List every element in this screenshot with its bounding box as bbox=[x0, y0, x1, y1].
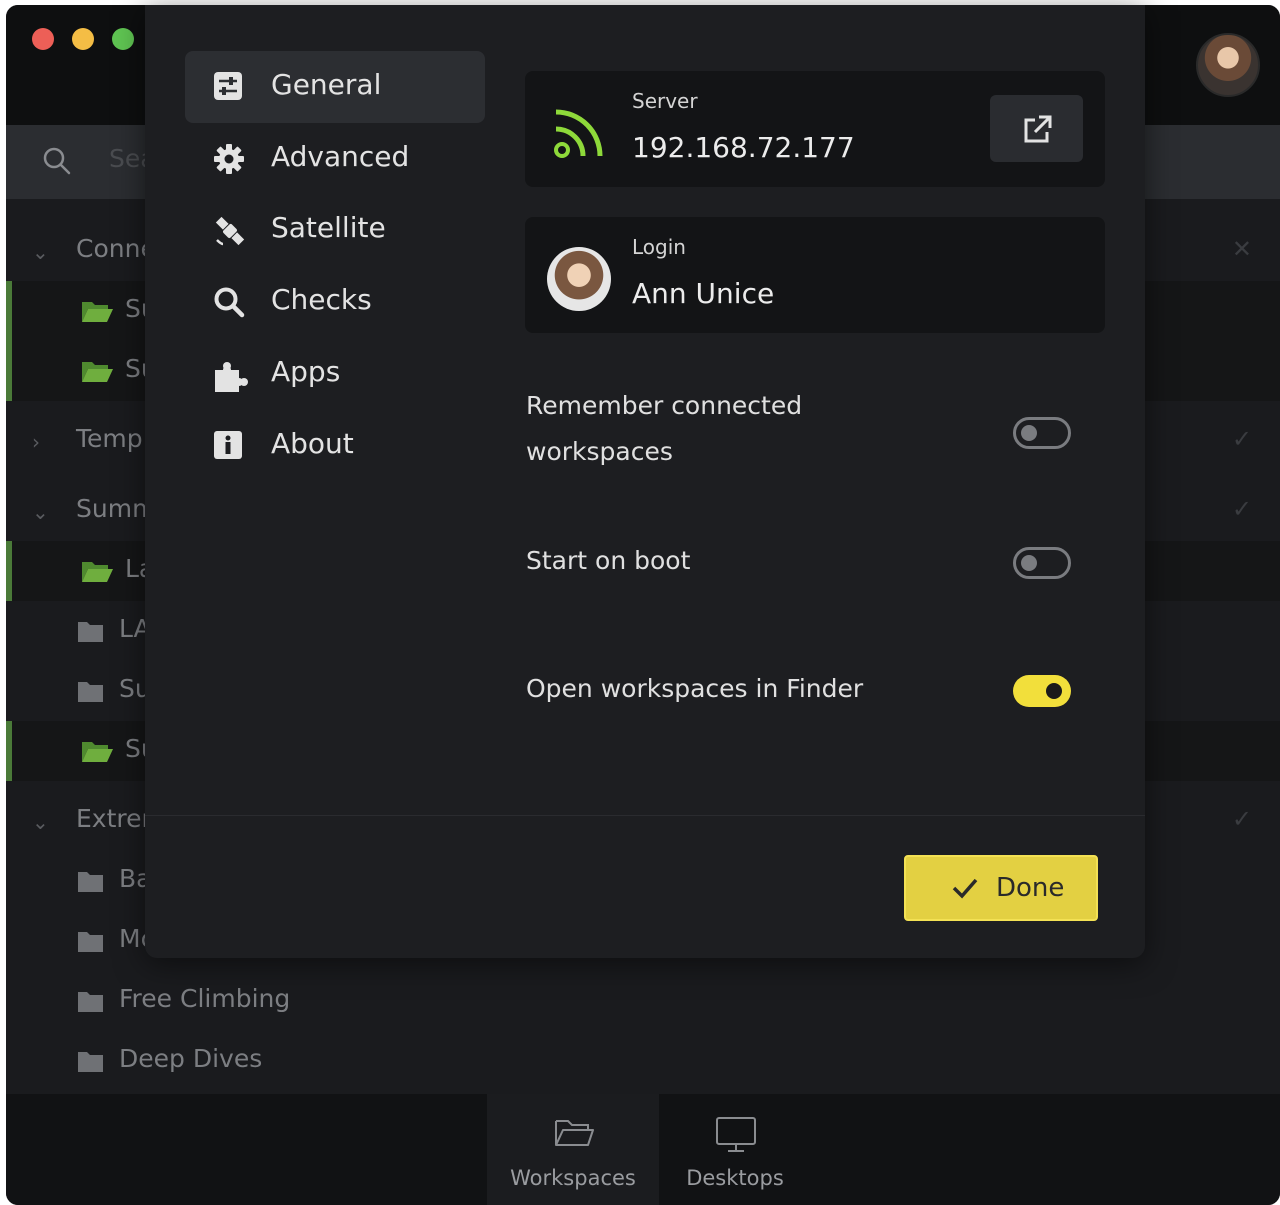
nav-item-general[interactable]: General bbox=[185, 51, 485, 123]
nav-item-advanced[interactable]: Advanced bbox=[185, 123, 485, 195]
external-link-icon bbox=[1021, 114, 1053, 150]
list-item[interactable]: Deep Dives bbox=[6, 1031, 1280, 1091]
group-label: Templ bbox=[76, 424, 150, 453]
search-icon bbox=[213, 286, 245, 322]
server-card: Server 192.168.72.177 bbox=[525, 71, 1105, 187]
server-address: 192.168.72.177 bbox=[632, 131, 855, 164]
check-icon: ✓ bbox=[1231, 805, 1252, 833]
zoom-window-button[interactable] bbox=[112, 28, 134, 50]
group-label: Conne bbox=[76, 234, 156, 263]
gear-icon bbox=[213, 143, 245, 179]
bottom-tab-bar: Workspaces Desktops bbox=[6, 1094, 1280, 1205]
nav-item-satellite[interactable]: Satellite bbox=[185, 194, 485, 266]
monitor-icon bbox=[716, 1117, 756, 1152]
done-button[interactable]: Done bbox=[904, 855, 1098, 921]
item-label: Free Climbing bbox=[119, 984, 291, 1013]
done-label: Done bbox=[996, 873, 1065, 903]
chevron-down-icon: ⌄ bbox=[32, 240, 49, 264]
nav-label: Advanced bbox=[271, 140, 410, 173]
check-icon: ✓ bbox=[1231, 495, 1252, 523]
open-in-finder-toggle[interactable] bbox=[1013, 675, 1071, 707]
nav-item-checks[interactable]: Checks bbox=[185, 266, 485, 338]
check-icon: ✓ bbox=[1231, 425, 1252, 453]
folder-icon bbox=[74, 1048, 108, 1078]
chevron-down-icon: ⌄ bbox=[32, 810, 49, 834]
folder-open-icon bbox=[80, 298, 114, 328]
settings-dialog: General Advanced Satellite Checks Apps A… bbox=[145, 5, 1145, 958]
sliders-icon bbox=[213, 71, 243, 105]
login-name: Ann Unice bbox=[632, 277, 775, 310]
tab-desktops[interactable]: Desktops bbox=[649, 1094, 821, 1205]
open-external-button[interactable] bbox=[990, 95, 1083, 162]
chevron-down-icon: ⌄ bbox=[32, 500, 49, 524]
satellite-icon bbox=[213, 214, 247, 252]
folder-icon bbox=[74, 618, 108, 648]
close-icon[interactable]: ✕ bbox=[1232, 235, 1252, 263]
start-on-boot-toggle[interactable] bbox=[1013, 547, 1071, 579]
checkmark-icon bbox=[952, 878, 978, 899]
open-in-finder-label: Open workspaces in Finder bbox=[526, 674, 864, 703]
folder-icon bbox=[74, 868, 108, 898]
minimize-window-button[interactable] bbox=[72, 28, 94, 50]
login-card: Login Ann Unice bbox=[525, 217, 1105, 333]
folder-icon bbox=[74, 988, 108, 1018]
nav-item-apps[interactable]: Apps bbox=[185, 338, 485, 410]
folder-icon bbox=[74, 928, 108, 958]
wifi-icon bbox=[553, 107, 605, 163]
user-avatar[interactable] bbox=[1196, 33, 1260, 97]
nav-label: Checks bbox=[271, 283, 372, 316]
nav-label: Apps bbox=[271, 355, 341, 388]
info-icon bbox=[213, 430, 243, 464]
nav-item-about[interactable]: About bbox=[185, 410, 485, 482]
close-window-button[interactable] bbox=[32, 28, 54, 50]
folder-icon bbox=[74, 678, 108, 708]
search-icon bbox=[42, 146, 72, 180]
chevron-right-icon: › bbox=[32, 430, 40, 454]
folder-open-icon bbox=[80, 738, 114, 768]
tab-label: Workspaces bbox=[510, 1166, 636, 1190]
nav-label: General bbox=[271, 68, 382, 101]
login-caption: Login bbox=[632, 235, 686, 259]
remember-workspaces-label: Remember connected workspaces bbox=[526, 391, 803, 466]
nav-label: About bbox=[271, 427, 354, 460]
remember-workspaces-toggle[interactable] bbox=[1013, 417, 1071, 449]
nav-label: Satellite bbox=[271, 211, 386, 244]
start-on-boot-label: Start on boot bbox=[526, 546, 691, 575]
server-caption: Server bbox=[632, 89, 698, 113]
tab-workspaces[interactable]: Workspaces bbox=[487, 1094, 659, 1205]
tab-label: Desktops bbox=[686, 1166, 784, 1190]
footer-divider bbox=[145, 815, 1145, 816]
list-item[interactable]: Free Climbing bbox=[6, 971, 1280, 1031]
item-label: Deep Dives bbox=[119, 1044, 263, 1073]
folder-open-icon bbox=[555, 1120, 594, 1146]
folder-open-icon bbox=[80, 358, 114, 388]
avatar bbox=[547, 247, 611, 311]
folder-open-icon bbox=[80, 558, 114, 588]
puzzle-icon bbox=[213, 358, 249, 396]
